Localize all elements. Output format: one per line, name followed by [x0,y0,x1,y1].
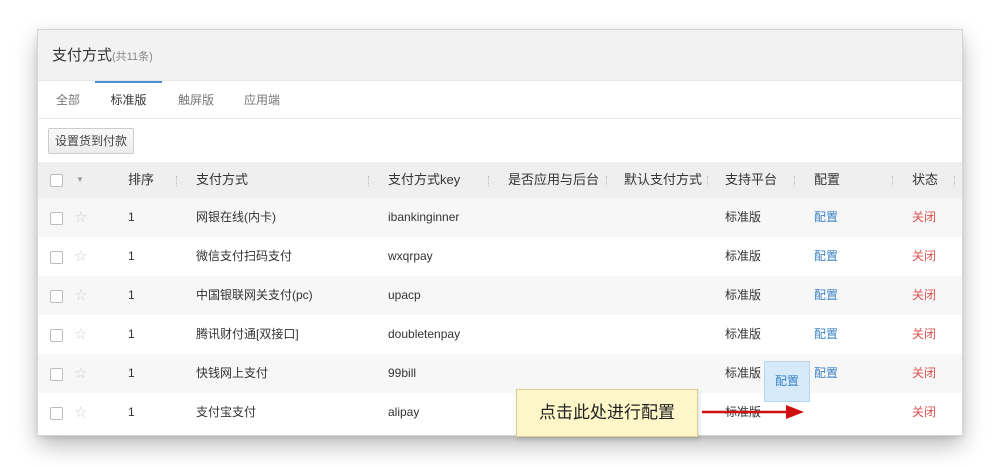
cell-key: alipay [388,405,420,419]
status-toggle[interactable]: 关闭 [912,393,936,432]
col-divider [892,176,894,186]
arrow-right-icon [702,405,804,419]
status-toggle[interactable]: 关闭 [912,198,936,237]
status-toggle[interactable]: 关闭 [912,315,936,354]
cell-sort: 1 [128,366,135,380]
table-header: ▼ 排序 支付方式 支付方式key 是否应用与后台 默认支付方式 支持平台 配置… [38,162,962,198]
col-default[interactable]: 默认支付方式 [624,162,702,198]
set-cod-button[interactable]: 设置货到付款 [48,128,135,154]
cell-platform: 标准版 [725,288,762,302]
cell-method: 支付宝支付 [196,405,257,419]
row-checkbox[interactable] [50,251,63,264]
col-divider [794,176,796,186]
table-row: ☆ 1 支付宝支付 alipay 标准版 关闭 [38,393,962,432]
status-toggle[interactable]: 关闭 [912,276,936,315]
config-link[interactable]: 配置 [814,276,838,315]
config-link[interactable]: 配置 [814,237,838,276]
table-row: ☆ 1 微信支付扫码支付 wxqrpay 标准版 配置 关闭 [38,237,962,276]
status-toggle[interactable]: 关闭 [912,354,936,393]
tab-touch[interactable]: 触屏版 [168,81,224,117]
page-title: 支付方式(共11条) [52,44,153,65]
table-row: ☆ 1 中国银联网关支付(pc) upacp 标准版 配置 关闭 [38,276,962,315]
platform-tabs: 全部 标准版 触屏版 应用端 [38,81,962,119]
table-row: ☆ 1 网银在线(内卡) ibankinginner 标准版 配置 关闭 [38,198,962,237]
cell-method: 微信支付扫码支付 [196,249,293,263]
col-divider [176,176,178,186]
row-checkbox[interactable] [50,212,63,225]
config-link[interactable]: 配置 [814,354,838,393]
cell-sort: 1 [128,288,135,302]
col-divider [606,176,608,186]
cell-sort: 1 [128,327,135,341]
col-divider [488,176,490,186]
cell-method: 腾讯财付通[双接口] [196,327,299,341]
cell-sort: 1 [128,210,135,224]
cell-platform: 标准版 [725,249,762,263]
cell-platform: 标准版 [725,366,762,380]
status-toggle[interactable]: 关闭 [912,237,936,276]
cell-key: 99bill [388,366,417,380]
chevron-down-icon[interactable]: ▼ [76,162,84,198]
tab-all[interactable]: 全部 [48,81,88,117]
cell-sort: 1 [128,249,135,263]
col-sort[interactable]: 排序 [128,162,154,198]
panel-header: 支付方式(共11条) [38,30,962,81]
page-title-text: 支付方式 [52,47,113,64]
config-link[interactable]: 配置 [814,315,838,354]
config-link[interactable]: 配置 [775,362,799,401]
col-status[interactable]: 状态 [912,162,938,198]
star-icon[interactable]: ☆ [74,354,87,393]
star-icon[interactable]: ☆ [74,198,87,237]
col-admin-applied[interactable]: 是否应用与后台 [508,162,599,198]
cell-platform: 标准版 [725,327,762,341]
cell-platform: 标准版 [725,210,762,224]
cell-method: 快钱网上支付 [196,366,269,380]
cell-sort: 1 [128,405,135,419]
cell-key: doubletenpay [388,327,461,341]
col-config[interactable]: 配置 [814,162,840,198]
cell-method: 网银在线(内卡) [196,210,276,224]
table-row: ☆ 1 腾讯财付通[双接口] doubletenpay 标准版 配置 关闭 [38,315,962,354]
callout-tooltip: 点击此处进行配置 [516,389,698,437]
star-icon[interactable]: ☆ [74,393,87,432]
config-highlight[interactable]: 配置 [764,361,810,402]
col-divider [368,176,370,186]
star-icon[interactable]: ☆ [74,237,87,276]
col-platform[interactable]: 支持平台 [725,162,777,198]
row-checkbox[interactable] [50,329,63,342]
row-checkbox[interactable] [50,290,63,303]
tab-app[interactable]: 应用端 [234,81,290,117]
cell-key: wxqrpay [388,249,433,263]
select-all-checkbox[interactable] [50,174,63,187]
cell-method: 中国银联网关支付(pc) [196,288,313,302]
row-checkbox[interactable] [50,407,63,420]
record-count: (共11条) [112,51,153,63]
table-row: ☆ 1 快钱网上支付 99bill 标准版 配置 关闭 [38,354,962,393]
row-checkbox[interactable] [50,368,63,381]
cell-key: ibankinginner [388,210,460,224]
cell-key: upacp [388,288,421,302]
star-icon[interactable]: ☆ [74,315,87,354]
star-icon[interactable]: ☆ [74,276,87,315]
payment-methods-panel: 支付方式(共11条) 全部 标准版 触屏版 应用端 设置货到付款 ▼ 排序 支付… [38,30,962,435]
col-method[interactable]: 支付方式 [196,162,248,198]
col-key[interactable]: 支付方式key [388,162,460,198]
tab-standard[interactable]: 标准版 [95,81,162,117]
col-divider [954,176,956,186]
col-divider [707,176,709,186]
config-link[interactable]: 配置 [814,198,838,237]
